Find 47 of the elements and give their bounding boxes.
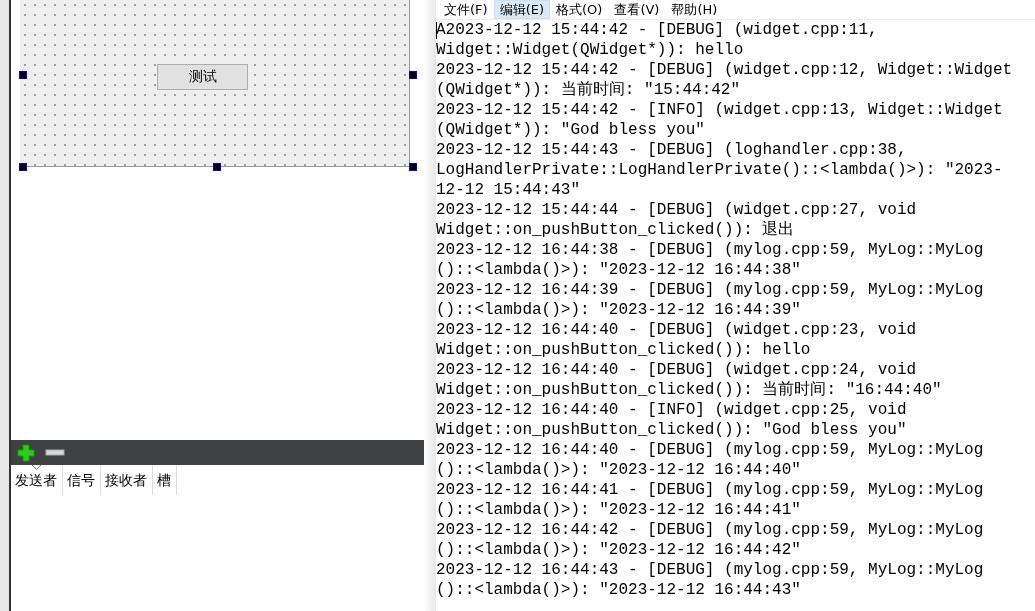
column-header[interactable]: 发送者	[11, 465, 63, 495]
log-line: (QWidget*)): 当前时间: "15:44:42"	[436, 80, 742, 100]
add-icon[interactable]	[17, 443, 35, 462]
log-line: 12-12 15:44:43"	[436, 180, 582, 200]
log-line: 2023-12-12 16:44:40 - [INFO] (widget.cpp:25, void	[436, 400, 908, 420]
menu-item[interactable]: 帮助(H)	[665, 0, 724, 19]
log-line: 2023-12-12 15:44:43 - [DEBUG] (loghandler.cpp:38,	[436, 140, 908, 160]
selection-handle[interactable]	[19, 71, 27, 79]
log-line: Widget::on_pushButton_clicked()): hello	[436, 340, 812, 360]
log-line: 2023-12-12 16:44:42 - [DEBUG] (mylog.cpp:59, MyLog::MyLog	[436, 520, 985, 540]
log-line: 2023-12-12 16:44:40 - [DEBUG] (widget.cpp:23, void	[436, 320, 918, 340]
push-button[interactable]: 测试	[157, 64, 248, 90]
log-line: 2023-12-12 16:44:41 - [DEBUG] (mylog.cpp:59, MyLog::MyLog	[436, 480, 985, 500]
log-line: Widget::on_pushButton_clicked()): 当前时间: "16:44:40"	[436, 380, 943, 400]
column-header[interactable]: 槽	[153, 465, 177, 495]
log-line: 2023-12-12 16:44:40 - [DEBUG] (widget.cpp:24, void	[436, 360, 918, 380]
log-line: Widget::on_pushButton_clicked()): "God bless you"	[436, 420, 908, 440]
log-line: 2023-12-12 16:44:39 - [DEBUG] (mylog.cpp:59, MyLog::MyLog	[436, 280, 985, 300]
log-line: Widget::Widget(QWidget*)): hello	[436, 40, 745, 60]
column-header[interactable]: 接收者	[101, 465, 153, 495]
log-line: 2023-12-12 16:44:38 - [DEBUG] (mylog.cpp:59, MyLog::MyLog	[436, 240, 985, 260]
log-line: (QWidget*)): "God bless you"	[436, 120, 706, 140]
log-line: ()::<lambda()>): "2023-12-12 16:44:41"	[436, 500, 802, 520]
log-line: ()::<lambda()>): "2023-12-12 16:44:42"	[436, 540, 802, 560]
log-line: 2023-12-12 15:44:42 - [DEBUG] (widget.cpp:12, Widget::Widget	[436, 60, 1014, 80]
menu-item[interactable]: 编辑(E)	[493, 0, 550, 19]
log-line: ()::<lambda()>): "2023-12-12 16:44:40"	[436, 460, 802, 480]
menu-item[interactable]: 查看(V)	[608, 0, 666, 19]
selection-handle[interactable]	[409, 71, 417, 79]
column-header[interactable]: 信号	[63, 465, 101, 495]
log-line: LogHandlerPrivate::LogHandlerPrivate()::<lambda()>): "2023-	[436, 160, 1004, 180]
log-line: A2023-12-12 15:44:42 - [DEBUG] (widget.cpp:11,	[436, 20, 879, 40]
selection-handle[interactable]	[409, 163, 417, 171]
sort-indicator-icon	[32, 465, 41, 470]
selection-handle[interactable]	[19, 163, 27, 171]
log-line: 2023-12-12 15:44:44 - [DEBUG] (widget.cpp:27, void	[436, 200, 918, 220]
log-line: ()::<lambda()>): "2023-12-12 16:44:38"	[436, 260, 802, 280]
log-line: ()::<lambda()>): "2023-12-12 16:44:39"	[436, 300, 802, 320]
log-line: 2023-12-12 16:44:43 - [DEBUG] (mylog.cpp:59, MyLog::MyLog	[436, 560, 985, 580]
menu-item[interactable]: 文件(F)	[438, 0, 494, 19]
menu-item[interactable]: 格式(O)	[550, 0, 609, 19]
log-line: Widget::on_pushButton_clicked()): 退出	[436, 220, 796, 240]
remove-icon[interactable]	[45, 448, 65, 457]
log-line: 2023-12-12 15:44:42 - [INFO] (widget.cpp:13, Widget::Widget	[436, 100, 1004, 120]
selection-handle[interactable]	[213, 163, 221, 171]
log-line: 2023-12-12 16:44:40 - [DEBUG] (mylog.cpp:59, MyLog::MyLog	[436, 440, 985, 460]
log-line: ()::<lambda()>): "2023-12-12 16:44:43"	[436, 580, 802, 600]
